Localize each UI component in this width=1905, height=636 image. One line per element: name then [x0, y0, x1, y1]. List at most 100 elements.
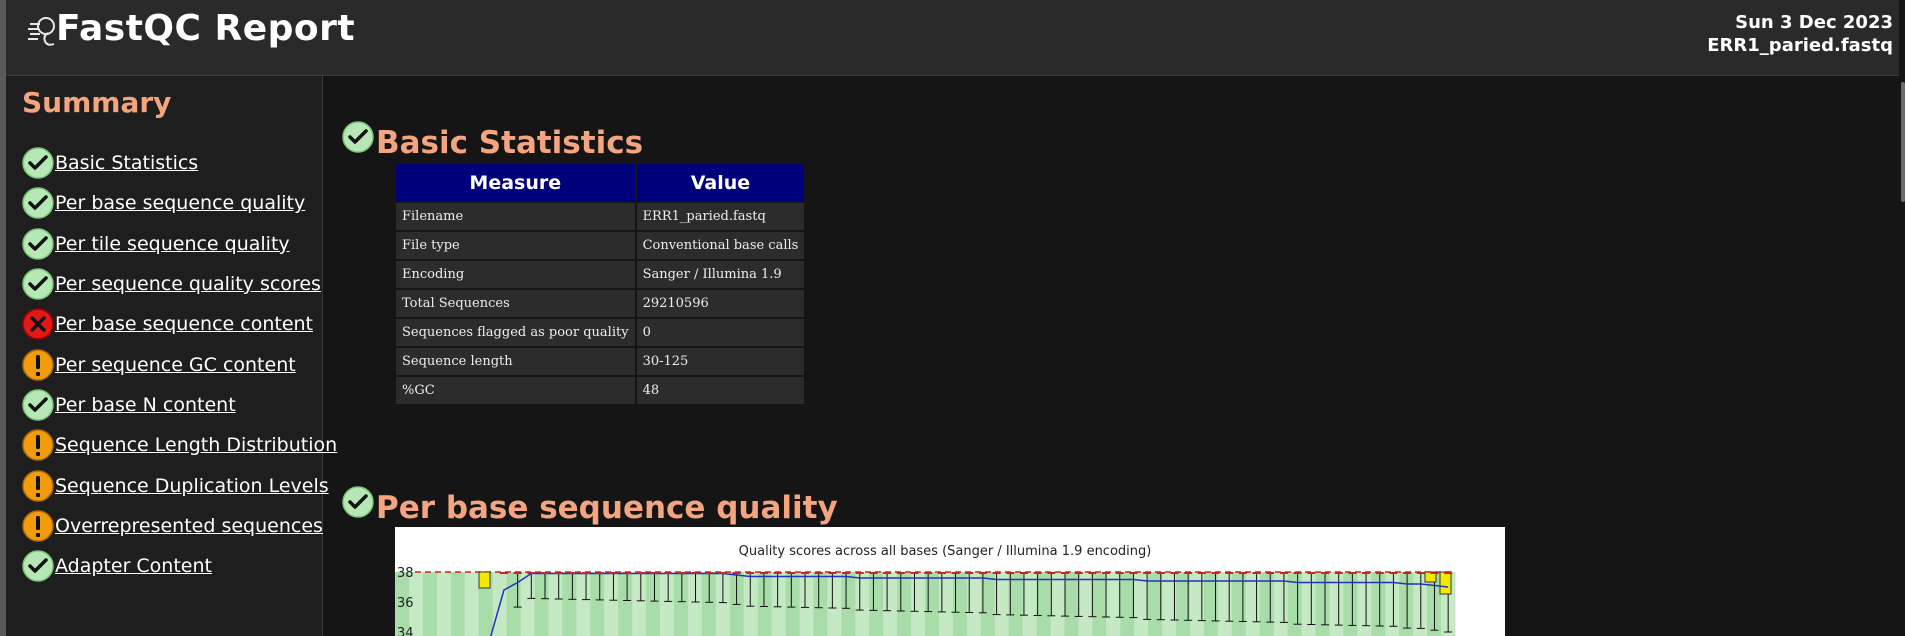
- green-zone-stripe: [450, 572, 466, 636]
- sidebar-item[interactable]: Sequence Length Distribution: [22, 425, 337, 465]
- pass-icon: [342, 486, 374, 518]
- basic-statistics-title: Basic Statistics: [376, 125, 644, 161]
- column-header-measure: Measure: [396, 164, 635, 201]
- measure-cell: Filename: [396, 203, 635, 230]
- green-zone-stripe: [1078, 572, 1093, 636]
- measure-cell: Sequences flagged as poor quality: [396, 319, 635, 346]
- sidebar-item[interactable]: Per sequence quality scores: [22, 264, 337, 304]
- pass-icon: [22, 147, 54, 179]
- green-zone-stripe: [673, 572, 689, 636]
- green-zone-stripe: [660, 572, 675, 636]
- main-content: Basic Statistics Measure Value Filename E…: [323, 76, 1899, 636]
- green-zone-stripe: [785, 572, 800, 636]
- green-zone-stripe: [925, 572, 940, 636]
- sidebar-item-link[interactable]: Per tile sequence quality: [55, 233, 290, 255]
- green-zone-stripe: [1329, 572, 1344, 636]
- green-zone-stripe: [938, 572, 954, 636]
- value-cell: 30-125: [636, 348, 805, 375]
- sidebar-item-link[interactable]: Sequence Duplication Levels: [55, 475, 329, 497]
- quality-chart: Quality scores across all bases (Sanger …: [395, 527, 1505, 636]
- green-zone-stripe: [827, 572, 842, 636]
- green-zone-stripe: [576, 572, 591, 636]
- green-zone-stripe: [1315, 572, 1330, 636]
- sidebar-item[interactable]: Basic Statistics: [22, 143, 337, 183]
- green-zone-stripe: [883, 572, 898, 636]
- green-zone-stripe: [464, 572, 480, 636]
- y-tick-label: 36: [397, 596, 414, 611]
- report-filename: ERR1_paried.fastq: [1707, 35, 1893, 56]
- sidebar-item-link[interactable]: Per base sequence content: [55, 313, 313, 335]
- quality-box: [478, 571, 491, 589]
- green-zone-stripe: [1301, 572, 1317, 636]
- warn-icon: [22, 348, 54, 381]
- green-zone-stripe: [548, 572, 563, 636]
- summary-heading: Summary: [22, 86, 172, 119]
- fail-icon: [22, 308, 54, 341]
- green-zone-stripe: [562, 572, 577, 636]
- sidebar-item-link[interactable]: Basic Statistics: [55, 152, 198, 174]
- table-header-row: Measure Value: [396, 164, 805, 201]
- sidebar-item[interactable]: Per sequence GC content: [22, 344, 337, 384]
- per-base-quality-title: Per base sequence quality: [376, 490, 838, 526]
- value-cell: 0: [636, 319, 805, 346]
- green-zone-stripe: [1120, 572, 1135, 636]
- table-row: Encoding Sanger / Illumina 1.9: [396, 261, 805, 288]
- measure-cell: %GC: [396, 377, 635, 404]
- sidebar-item-link[interactable]: Per sequence quality scores: [55, 273, 321, 295]
- green-zone-stripe: [813, 572, 828, 636]
- green-zone-stripe: [757, 572, 773, 636]
- pass-icon: [22, 187, 54, 220]
- sidebar-item-link[interactable]: Adapter Content: [55, 555, 212, 577]
- sidebar-item-link[interactable]: Per sequence GC content: [55, 354, 296, 376]
- sidebar-item-link[interactable]: Sequence Length Distribution: [55, 434, 337, 456]
- value-cell: ERR1_paried.fastq: [636, 203, 805, 230]
- green-zone-stripe: [1050, 572, 1065, 636]
- green-zone-stripe: [869, 572, 884, 636]
- scrollbar[interactable]: [1899, 76, 1905, 636]
- sidebar-item[interactable]: Per base sequence quality: [22, 183, 337, 223]
- sidebar-item-link[interactable]: Per base N content: [55, 394, 236, 416]
- sidebar-item[interactable]: Adapter Content: [22, 546, 337, 586]
- sidebar-item[interactable]: Per base N content: [22, 385, 337, 425]
- pass-icon: [22, 268, 54, 300]
- sidebar-item-link[interactable]: Per base sequence quality: [55, 192, 305, 214]
- report-header: FastQC Report Sun 3 Dec 2023 ERR1_paried…: [6, 0, 1899, 76]
- y-tick-label: 38: [397, 566, 414, 581]
- green-zone-stripe: [520, 572, 535, 636]
- sidebar-item-link[interactable]: Overrepresented sequences: [55, 515, 323, 537]
- green-zone-stripe: [841, 572, 856, 636]
- report-title: FastQC Report: [56, 8, 356, 49]
- table-row: Sequence length 30-125: [396, 348, 805, 375]
- green-zone-stripe: [436, 572, 452, 636]
- green-zone-stripe: [1008, 572, 1024, 636]
- green-zone-stripe: [799, 572, 814, 636]
- quality-chart-svg: Quality scores across all bases (Sanger …: [395, 544, 1456, 636]
- green-zone-stripe: [911, 572, 926, 636]
- measure-cell: File type: [396, 232, 635, 259]
- value-cell: Sanger / Illumina 1.9: [636, 261, 805, 288]
- column-header-value: Value: [636, 164, 805, 201]
- report-date: Sun 3 Dec 2023: [1735, 12, 1893, 33]
- chart-title: Quality scores across all bases (Sanger …: [739, 544, 1152, 559]
- sidebar-item[interactable]: Sequence Duplication Levels: [22, 465, 337, 505]
- green-zone-stripe: [1343, 572, 1358, 636]
- header-meta: Sun 3 Dec 2023 ERR1_paried.fastq: [1707, 11, 1893, 57]
- scrollbar-thumb[interactable]: [1901, 82, 1905, 202]
- green-zone-stripe: [897, 572, 912, 636]
- sidebar-item[interactable]: Overrepresented sequences: [22, 506, 337, 546]
- table-row: %GC 48: [396, 377, 805, 404]
- summary-list: Basic Statistics Per base sequence qualit…: [22, 143, 337, 586]
- y-tick-label: 34: [397, 626, 414, 636]
- sidebar-item[interactable]: Per tile sequence quality: [22, 224, 337, 264]
- green-zone-stripe: [618, 572, 633, 636]
- summary-sidebar: Summary Basic Statistics Per base sequenc…: [6, 76, 337, 636]
- warn-icon: [22, 429, 54, 461]
- green-zone-stripe: [1092, 572, 1107, 636]
- value-cell: Conventional base calls: [636, 232, 805, 259]
- sidebar-item[interactable]: Per base sequence content: [22, 304, 337, 344]
- green-zone-stripe: [646, 572, 661, 636]
- green-zone-stripe: [1064, 572, 1079, 636]
- quality-box: [1439, 571, 1452, 595]
- pass-icon: [22, 550, 54, 582]
- green-zone-stripe: [534, 572, 549, 636]
